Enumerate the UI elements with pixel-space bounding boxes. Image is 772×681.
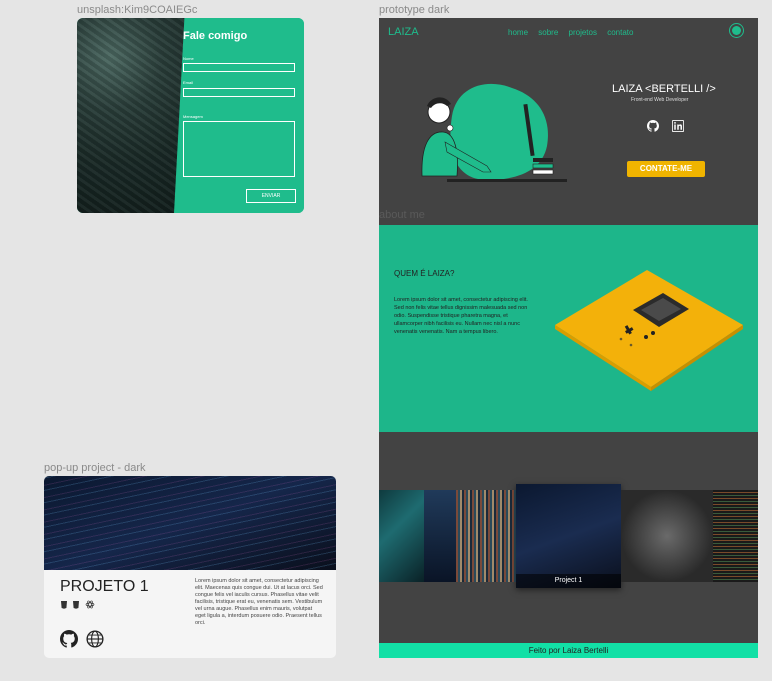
nav-contato[interactable]: contato (607, 28, 633, 37)
email-label: Email (183, 80, 194, 85)
popup-frame-label: pop-up project - dark (44, 462, 146, 474)
contact-card: Fale comigo Nome Email Mensagem ENVIAR (77, 18, 304, 213)
nav-projetos[interactable]: projetos (569, 28, 597, 37)
projects-section: Project 1 (379, 432, 758, 643)
name-field[interactable] (183, 63, 295, 72)
tech-stack-icons (61, 600, 95, 609)
popup-title: PROJETO 1 (60, 578, 149, 595)
contact-me-button[interactable]: CONTATE-ME (627, 161, 705, 177)
send-button[interactable]: ENVIAR (246, 189, 296, 203)
prototype-frame: LAIZA home sobre projetos contato LAIZA … (379, 18, 758, 658)
linkedin-icon[interactable] (672, 120, 684, 132)
hero-name: LAIZA <BERTELLI /> (612, 83, 716, 95)
contact-title: Fale comigo (183, 30, 248, 42)
project-caption: Project 1 (516, 574, 621, 588)
about-frame-label: about me (379, 209, 425, 221)
hero-role: Front-end Web Developer (631, 97, 689, 103)
message-label: Mensagem (183, 114, 203, 119)
project-thumb-code[interactable] (713, 490, 758, 582)
project-thumb-board[interactable] (621, 490, 713, 582)
main-nav: home sobre projetos contato (508, 28, 641, 37)
about-text: Lorem ipsum dolor sit amet, consectetur … (394, 297, 528, 335)
gameboy-illustration (555, 270, 743, 391)
globe-icon[interactable] (86, 630, 104, 648)
contact-frame-label: unsplash:Kim9COAIEGc (77, 4, 198, 16)
theme-toggle-sun-icon[interactable] (732, 26, 741, 35)
popup-description: Lorem ipsum dolor sit amet, consectetur … (195, 578, 323, 626)
developer-illustration (421, 83, 567, 182)
nav-sobre[interactable]: sobre (538, 28, 558, 37)
github-icon[interactable] (60, 630, 78, 648)
github-icon[interactable] (647, 120, 659, 132)
footer: Feito por Laiza Bertelli (379, 643, 758, 658)
project-thumb-dark[interactable] (424, 490, 456, 582)
about-section: QUEM É LAIZA? Lorem ipsum dolor sit amet… (379, 225, 758, 432)
code-screen-image (44, 476, 336, 570)
project-card-1[interactable]: Project 1 (516, 484, 621, 588)
name-label: Nome (183, 56, 194, 61)
nav-home[interactable]: home (508, 28, 528, 37)
prototype-frame-label: prototype dark (379, 4, 450, 16)
email-field[interactable] (183, 88, 295, 97)
site-logo[interactable]: LAIZA (388, 26, 419, 38)
project-thumb-data[interactable] (456, 490, 516, 582)
rock-texture-image (77, 18, 189, 213)
message-field[interactable] (183, 121, 295, 177)
project-thumb-circuit[interactable] (379, 490, 424, 582)
about-title: QUEM É LAIZA? (394, 269, 455, 278)
project-popup: PROJETO 1 Lorem ipsum dolor sit amet, co… (44, 476, 336, 658)
